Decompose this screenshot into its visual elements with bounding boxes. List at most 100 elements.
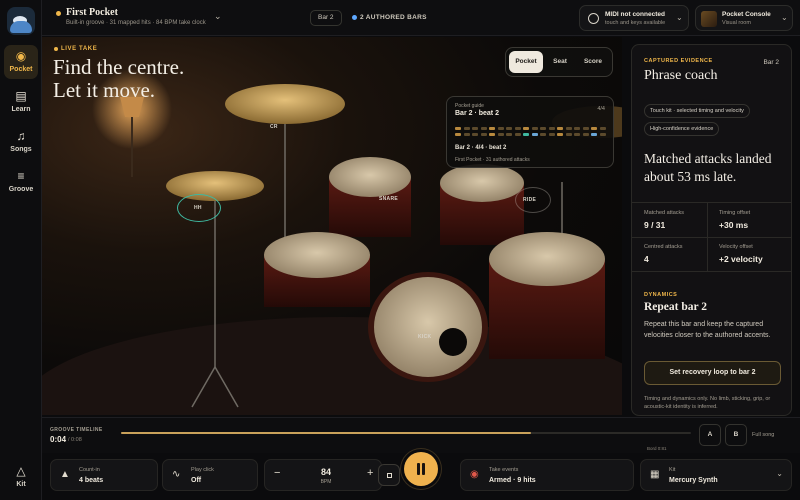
- midi-title: MIDI not connected: [605, 11, 665, 18]
- pause-icon: [422, 463, 425, 475]
- nav-item-songs[interactable]: ♫ Songs: [4, 125, 38, 159]
- step-cell: [599, 133, 606, 136]
- song-title[interactable]: First Pocket: [66, 7, 118, 18]
- nav-label: Learn: [11, 106, 31, 113]
- sliders-icon: ≡: [17, 169, 25, 183]
- groove-timeline: GROOVE TIMELINE 0:04 / 0:08 Bord 0:81 A …: [42, 417, 800, 453]
- hero-headline-1: Find the centre.: [53, 55, 185, 79]
- tempo-increase-button[interactable]: +: [367, 467, 373, 479]
- song-subtitle: Built-in groove · 31 mapped hits · 84 BP…: [66, 20, 206, 26]
- timeline-current: 0:04: [50, 435, 67, 444]
- panel-note: Timing and dynamics only. No limb, stick…: [644, 396, 771, 410]
- step-cell: [523, 133, 529, 136]
- authored-bars-label: 2 AUTHORED BARS: [360, 14, 427, 21]
- top-bar: First Pocket Built-in groove · 31 mapped…: [42, 0, 800, 36]
- timeline-scrubber[interactable]: [121, 432, 691, 434]
- step-cell: [574, 133, 580, 136]
- step-cell: [463, 133, 470, 136]
- time-signature: 4/4: [597, 106, 605, 112]
- step-cell: [565, 127, 572, 130]
- crash-tag: CR: [270, 124, 278, 130]
- cat-icon: △: [16, 464, 26, 478]
- nav-item-groove[interactable]: ≡ Groove: [4, 165, 38, 199]
- nav-item-kit[interactable]: △ Kit: [4, 460, 38, 494]
- console-button[interactable]: Pocket Console Visual room ⌄: [695, 5, 793, 31]
- stat-value: 9 / 31: [644, 220, 666, 230]
- panel-kicker: CAPTURED EVIDENCE: [644, 58, 713, 64]
- step-cell: [514, 133, 521, 136]
- step-cell: [523, 127, 529, 130]
- loop-b-button[interactable]: B: [725, 424, 747, 446]
- play-click-value: Off: [191, 477, 202, 484]
- floor-tom[interactable]: [489, 232, 605, 286]
- guide-footer: First Pocket · 31 authored attacks: [455, 157, 530, 163]
- count-in-control[interactable]: ▲ Count-in 4 beats: [50, 459, 158, 491]
- tom-2[interactable]: [440, 164, 524, 202]
- pause-button[interactable]: [404, 452, 438, 486]
- step-cell: [582, 127, 589, 130]
- hero-headline-2: Let it move.: [53, 78, 156, 102]
- step-cell: [582, 133, 589, 136]
- console-subtitle: Visual room: [722, 20, 751, 26]
- step-cell: [506, 127, 512, 130]
- snare-tag: SNARE: [379, 196, 399, 202]
- snare-drum[interactable]: [264, 232, 370, 278]
- kit-selector[interactable]: ▦ Kit Mercury Synth ⌄: [640, 459, 792, 491]
- midi-status-button[interactable]: MIDI not connected touch and keys availa…: [579, 5, 689, 31]
- take-events-label: Take events: [489, 467, 519, 473]
- step-cell: [455, 133, 461, 136]
- stat-label: Centred attacks: [644, 244, 683, 250]
- tempo-decrease-button[interactable]: −: [274, 467, 280, 479]
- coach-panel: CAPTURED EVIDENCE Bar 2 Phrase coach Tou…: [631, 44, 792, 416]
- crash-cymbal[interactable]: [225, 84, 345, 124]
- stat-label: Matched attacks: [644, 210, 685, 216]
- set-loop-button[interactable]: Set recovery loop to bar 2: [644, 361, 781, 385]
- book-icon: ▤: [15, 89, 27, 103]
- guide-position: Bar 2 · 4/4 · beat 2: [455, 145, 507, 151]
- guide-label: Pocket guide: [455, 103, 484, 109]
- timeline-progress: [121, 432, 532, 434]
- hihat-cymbal[interactable]: [166, 171, 264, 201]
- take-events-control[interactable]: ◉ Take events Armed · 9 hits: [460, 459, 634, 491]
- chevron-down-icon[interactable]: ⌄: [214, 11, 222, 22]
- step-cell: [489, 133, 495, 136]
- stats-grid: Matched attacks 9 / 31 Timing offset +30…: [632, 202, 791, 272]
- tempo-value[interactable]: 84: [311, 467, 341, 477]
- count-in-value: 4 beats: [79, 477, 104, 484]
- stat-value: +30 ms: [719, 220, 749, 230]
- step-cell: [472, 127, 478, 130]
- timeline-label: GROOVE TIMELINE: [50, 427, 103, 433]
- bar-indicator[interactable]: Bar 2: [310, 10, 342, 26]
- song-status-dot: [56, 11, 61, 16]
- nav-label: Groove: [8, 186, 34, 193]
- step-cell: [497, 127, 504, 130]
- loop-a-button[interactable]: A: [699, 424, 721, 446]
- nav-item-pocket[interactable]: ◉ Pocket: [4, 45, 38, 79]
- tempo-control: − 84 BPM +: [264, 459, 382, 491]
- step-cell: [557, 127, 563, 130]
- nav-item-learn[interactable]: ▤ Learn: [4, 85, 38, 119]
- step-cell: [591, 133, 597, 136]
- tab-score[interactable]: Score: [577, 51, 609, 73]
- play-click-control[interactable]: ∿ Play click Off: [162, 459, 258, 491]
- tab-pocket[interactable]: Pocket: [509, 51, 543, 73]
- timeline-total: / 0:08: [68, 437, 82, 443]
- kit-icon: ▦: [650, 469, 660, 480]
- stat-label: Timing offset: [719, 210, 751, 216]
- section-body: Repeat this bar and keep the captured ve…: [644, 321, 771, 339]
- step-cell: [497, 133, 504, 136]
- tom-1[interactable]: [329, 157, 411, 197]
- stat-value: 4: [644, 254, 649, 264]
- app-logo[interactable]: [7, 7, 35, 35]
- nav-rail: ◉ Pocket ▤ Learn ♫ Songs ≡ Groove △ Kit: [0, 0, 42, 500]
- midi-subtitle: touch and keys available: [605, 20, 666, 26]
- step-cell: [574, 127, 580, 130]
- count-in-label: Count-in: [79, 467, 100, 473]
- tab-seat[interactable]: Seat: [544, 51, 576, 73]
- full-song-toggle[interactable]: Full song: [752, 432, 774, 438]
- kick-drum[interactable]: [374, 277, 482, 377]
- step-cell: [540, 127, 546, 130]
- stop-button[interactable]: [378, 464, 400, 486]
- nav-label: Pocket: [9, 66, 33, 73]
- take-events-value: Armed · 9 hits: [489, 477, 536, 484]
